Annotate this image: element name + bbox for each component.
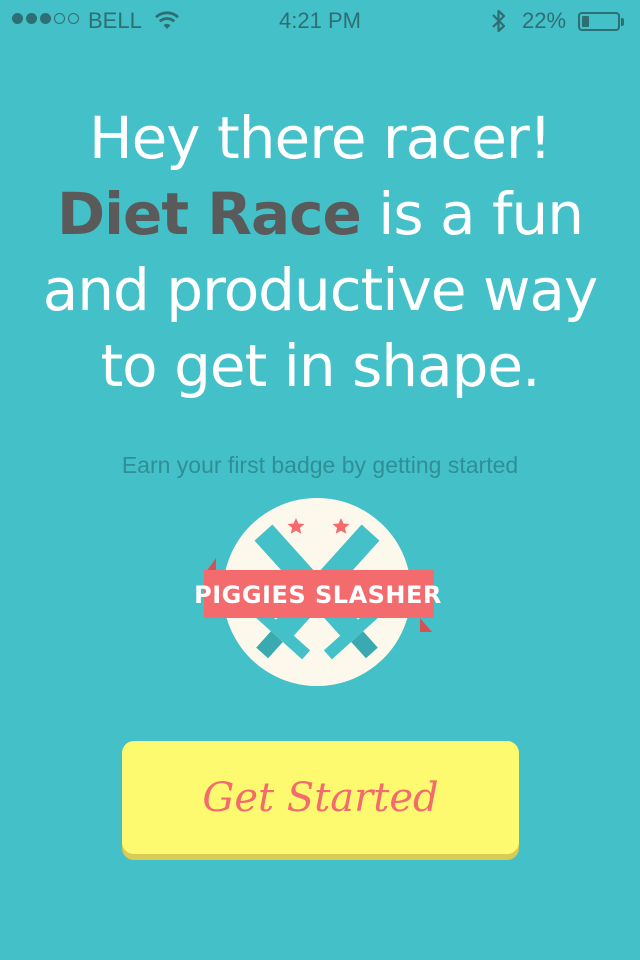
get-started-button[interactable]: Get Started (122, 741, 519, 854)
badge-title: PIGGIES SLASHER (194, 581, 442, 609)
